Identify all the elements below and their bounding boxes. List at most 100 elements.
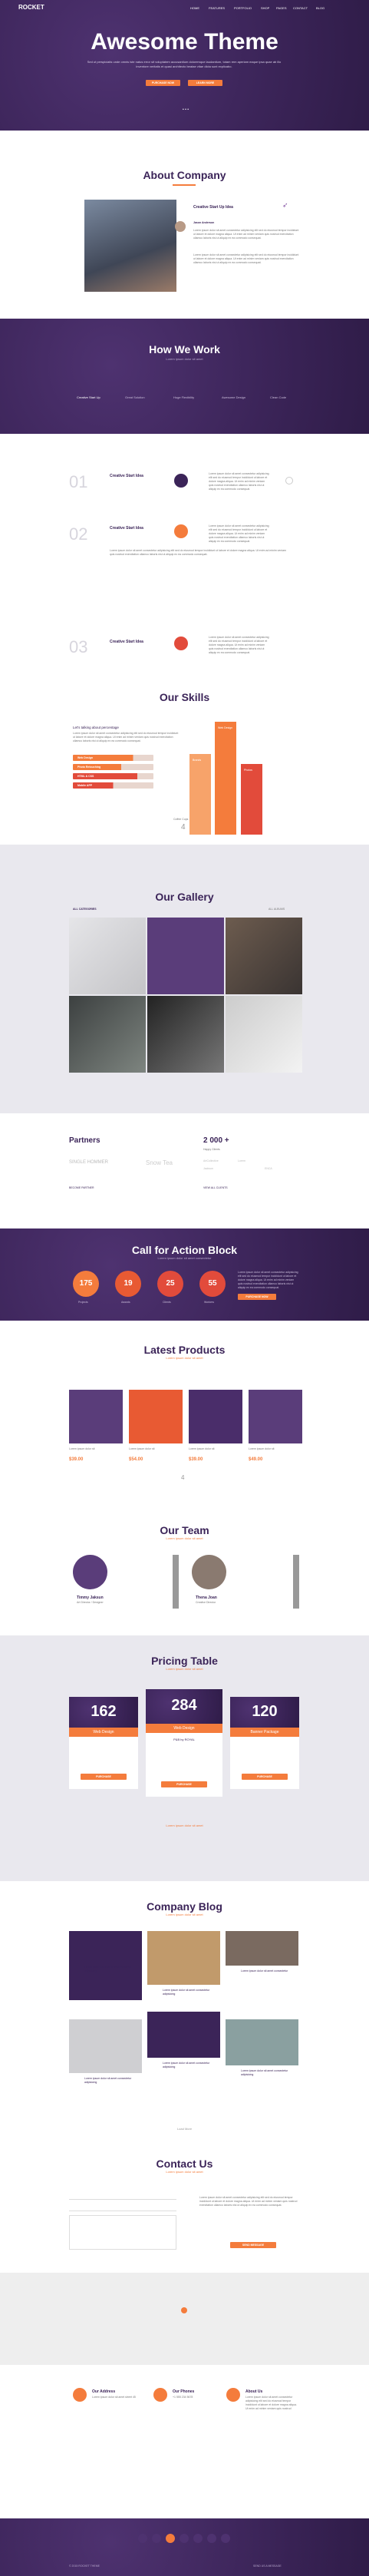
step-toggle-1[interactable] [285,477,293,484]
blog-image-6[interactable] [226,2019,298,2065]
gallery-filter[interactable]: ALL CATEGORIES [73,908,97,911]
plan-card-1: 162 Web Design PURCHASE [69,1697,138,1789]
map[interactable] [0,2273,369,2365]
step-label-1: Creative Start Idea [110,474,143,478]
gallery-image-3[interactable] [226,918,302,994]
product-image-1[interactable] [69,1390,123,1443]
partner-logo-1: SINGLE HOMMER [69,1160,109,1165]
gallery-image-2[interactable] [147,918,224,994]
name-field[interactable] [69,2192,176,2200]
team-avatar-2[interactable] [192,1555,226,1589]
social-icon-4[interactable] [180,2534,189,2543]
view-clients-link[interactable]: VIEW ALL CLIENTS [203,1186,228,1190]
blog-post-3[interactable]: Lorem ipsum dolor sit amet consectetur [241,1969,295,1973]
blog-image-4[interactable] [69,2019,142,2073]
team-section: Our Team Lorem ipsum dolor sit amet Timm… [0,1505,369,1635]
plan-button-2[interactable]: PURCHASE [161,1781,207,1787]
about-title: About Company [143,169,226,181]
contact-subtitle: Lorem ipsum dolor sit amet [166,2170,203,2174]
skill-bar-3: HTML & CSS [73,773,153,779]
tab-design[interactable]: Awesome Design [222,395,245,399]
product-name-4[interactable]: Lorem ipsum dolor sit [249,1447,274,1451]
title-underline [173,184,196,186]
plan-button-3[interactable]: PURCHASE [242,1774,288,1780]
team-social-bar-1[interactable] [173,1555,179,1609]
gallery-view[interactable]: ALL ALBUMS [269,908,285,911]
blog-post-5[interactable]: Lorem ipsum dolor sit amet consectetur a… [163,2062,216,2069]
plan-button-1[interactable]: PURCHASE [81,1774,127,1780]
tab-solution[interactable]: Great Solution [125,395,145,399]
counter-value: 4 [181,823,186,832]
blog-post-1[interactable]: Lorem ipsum dolor sit amet consectetur a… [84,1966,138,1973]
nav-portfolio[interactable]: PORTFOLIO [234,6,252,10]
product-image-3[interactable] [189,1390,242,1443]
product-name-3[interactable]: Lorem ipsum dolor sit [189,1447,214,1451]
skills-text: Lorem ipsum dolor sit amet consectetur a… [73,732,179,742]
logo[interactable]: ROCKET [18,4,44,11]
social-icon-2[interactable] [152,2534,161,2543]
message-field[interactable] [69,2215,176,2250]
step-icon-3[interactable] [174,637,188,650]
nav-contact[interactable]: CONTACT [293,6,308,10]
gallery-image-1[interactable] [69,918,146,994]
products-counter: 4 [181,1474,185,1481]
skill-bar-4: Mobile APP [73,782,153,789]
become-partner-link[interactable]: BECOME PARTNER [69,1186,94,1190]
blog-post-4[interactable]: Lorem ipsum dolor sit amet consectetur a… [84,2077,138,2085]
gallery-image-6[interactable] [226,996,302,1073]
product-price-4: $49.00 [249,1457,263,1462]
how-we-work-section: How We Work Lorem ipsum dolor sit amet C… [0,319,369,434]
nav-shop[interactable]: SHOP [261,6,269,10]
social-icon-7[interactable] [221,2534,230,2543]
nav-pages[interactable]: PAGES [276,6,287,10]
blog-image-5[interactable] [147,2012,220,2058]
tab-code[interactable]: Clean Code [270,395,286,399]
learn-more-button[interactable]: LEARN MORE [188,80,222,86]
blog-post-2[interactable]: Lorem ipsum dolor sit amet consectetur a… [163,1989,216,1996]
slider-dots[interactable]: • • • [178,107,193,112]
nav-features[interactable]: FEATURES [209,6,225,10]
footer-link[interactable]: SEND US A MESSAGE [253,2564,282,2568]
purchase-now-button[interactable]: PURCHASE NOW [146,80,180,86]
plan-card-2: 284 Web Design P&B by ROYAL PURCHASE [146,1689,222,1797]
product-name-1[interactable]: Lorem ipsum dolor sit [69,1447,94,1451]
step-text-3: Lorem ipsum dolor sit amet consectetur a… [209,636,269,654]
social-icon-6[interactable] [207,2534,216,2543]
phone-text: +1 555 234 5678 [173,2396,193,2399]
cta-purchase-button[interactable]: PURCHASE NOW [238,1294,276,1300]
clients-label: Happy Clients [203,1148,220,1151]
map-pin-icon[interactable] [181,2307,187,2313]
blog-post-6[interactable]: Lorem ipsum dolor sit amet consectetur a… [241,2069,295,2077]
step-icon-2[interactable] [174,524,188,538]
step-label-3: Creative Start Idea [110,640,143,644]
tab-creative[interactable]: Creative Start Up [77,395,100,399]
hero-title: Awesome Theme [91,29,278,55]
social-icon-1[interactable] [138,2534,147,2543]
product-image-2[interactable] [129,1390,183,1443]
blog-image-3[interactable] [226,1931,298,1966]
team-avatar-1[interactable] [73,1555,107,1589]
social-icon-3[interactable] [166,2534,175,2543]
blog-load-more[interactable]: Load More [0,2127,369,2131]
team-name-2: Thena Joan [196,1596,217,1600]
gallery-image-5[interactable] [147,996,224,1073]
chart-bar-2 [215,722,236,835]
product-name-2[interactable]: Lorem ipsum dolor sit [129,1447,154,1451]
nav-home[interactable]: HOME [190,6,199,10]
about-us-text: Lorem ipsum dolor sit amet consectetur a… [245,2396,297,2410]
address-text: Lorem ipsum dolor sit amet street 45 [92,2396,136,2399]
nav-blog[interactable]: BLOG [316,6,325,10]
gallery-image-4[interactable] [69,996,146,1073]
team-social-bar-2[interactable] [293,1555,299,1609]
steps-section: 01 Creative Start Idea Lorem ipsum dolor… [0,434,369,668]
email-field[interactable] [69,2204,176,2211]
blog-image-2[interactable] [147,1931,220,1985]
step-number-2: 02 [69,524,88,544]
send-message-button[interactable]: SEND MESSAGE [230,2242,276,2248]
step-icon-1[interactable] [174,474,188,488]
product-image-4[interactable] [249,1390,302,1443]
social-icon-5[interactable] [193,2534,203,2543]
step-text-1: Lorem ipsum dolor sit amet consectetur a… [209,472,269,491]
tab-flexibility[interactable]: Huge Flexibility [173,395,194,399]
counter-4: 55 [199,1271,226,1297]
